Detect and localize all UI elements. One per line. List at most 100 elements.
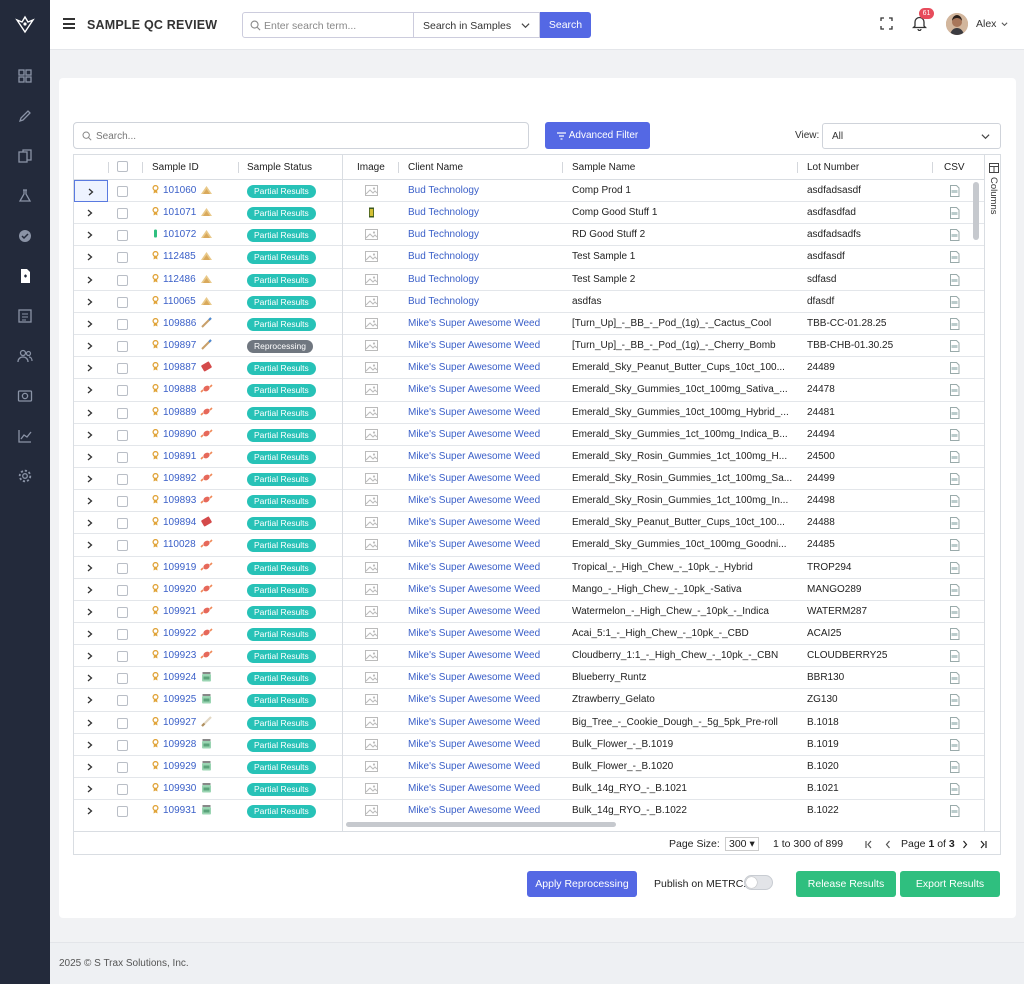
row-expand-toggle[interactable] — [74, 734, 108, 756]
client-name-link[interactable]: Mike's Super Awesome Weed — [408, 579, 568, 601]
row-expand-toggle[interactable] — [74, 224, 108, 246]
header-lot-number[interactable]: Lot Number — [807, 162, 859, 173]
sample-id-link[interactable]: 109919 — [163, 562, 196, 573]
sample-id-cell[interactable]: 101072 — [152, 224, 250, 246]
columns-panel-toggle[interactable]: Columns — [984, 155, 1000, 831]
client-name-link[interactable]: Mike's Super Awesome Weed — [408, 557, 568, 579]
client-name-link[interactable]: Bud Technology — [408, 269, 568, 291]
row-checkbox[interactable] — [117, 761, 128, 773]
table-row[interactable]: 109919 Partial Results Mike's Super Awesom… — [74, 557, 984, 579]
table-row[interactable]: 110028 Partial Results Mike's Super Awesom… — [74, 534, 984, 557]
row-expand-toggle[interactable] — [74, 446, 108, 468]
row-checkbox[interactable] — [117, 562, 128, 574]
image-placeholder-icon[interactable] — [365, 716, 378, 728]
image-placeholder-icon[interactable] — [365, 317, 378, 329]
table-row[interactable]: 109929 Partial Results Mike's Super Awesom… — [74, 756, 984, 779]
grid-search[interactable] — [73, 122, 529, 149]
image-placeholder-icon[interactable] — [365, 605, 378, 617]
row-checkbox[interactable] — [117, 695, 128, 707]
grid-search-input[interactable] — [96, 128, 516, 144]
sample-id-cell[interactable]: 112485 — [152, 246, 250, 268]
header-sample-name[interactable]: Sample Name — [572, 162, 635, 173]
row-expand-toggle[interactable] — [74, 490, 108, 512]
header-image[interactable]: Image — [357, 162, 385, 173]
sample-id-link[interactable]: 101060 — [163, 185, 196, 196]
sample-id-link[interactable]: 109892 — [163, 473, 196, 484]
table-row[interactable]: 109927 Partial Results Mike's Super Awesom… — [74, 712, 984, 734]
sidebar-item-users[interactable] — [15, 346, 35, 366]
row-expand-toggle[interactable] — [74, 645, 108, 667]
row-checkbox[interactable] — [117, 341, 128, 353]
sample-id-link[interactable]: 109925 — [163, 694, 196, 705]
row-checkbox[interactable] — [117, 318, 128, 330]
client-name-link[interactable]: Mike's Super Awesome Weed — [408, 424, 568, 446]
sample-id-link[interactable]: 109928 — [163, 739, 196, 750]
sample-id-link[interactable]: 110065 — [163, 296, 196, 307]
row-expand-toggle[interactable] — [74, 402, 108, 424]
csv-download-icon[interactable] — [949, 295, 960, 308]
row-expand-toggle[interactable] — [74, 202, 108, 224]
image-placeholder-icon[interactable] — [365, 185, 378, 196]
sample-id-cell[interactable]: 109892 — [152, 468, 250, 490]
client-name-link[interactable]: Bud Technology — [408, 291, 568, 313]
sample-id-cell[interactable]: 109929 — [152, 756, 250, 778]
csv-download-icon[interactable] — [949, 694, 960, 707]
table-row[interactable]: 109925 Partial Results Mike's Super Awesom… — [74, 689, 984, 712]
client-name-link[interactable]: Mike's Super Awesome Weed — [408, 402, 568, 424]
client-name-link[interactable]: Bud Technology — [408, 202, 568, 224]
sample-id-cell[interactable]: 109889 — [152, 402, 250, 424]
row-checkbox[interactable] — [117, 784, 128, 796]
row-checkbox[interactable] — [117, 385, 128, 397]
sample-id-link[interactable]: 109922 — [163, 628, 196, 639]
csv-download-icon[interactable] — [949, 561, 960, 574]
sample-id-link[interactable]: 109931 — [163, 805, 196, 816]
sample-id-link[interactable]: 109891 — [163, 451, 196, 462]
csv-download-icon[interactable] — [949, 628, 960, 640]
image-placeholder-icon[interactable] — [365, 428, 378, 440]
fullscreen-icon[interactable] — [880, 17, 893, 30]
client-name-link[interactable]: Bud Technology — [408, 224, 568, 246]
row-expand-toggle[interactable] — [74, 689, 108, 711]
client-name-link[interactable]: Mike's Super Awesome Weed — [408, 512, 568, 534]
client-name-link[interactable]: Mike's Super Awesome Weed — [408, 446, 568, 468]
table-row[interactable]: 109887 Partial Results Mike's Super Awesom… — [74, 357, 984, 380]
client-name-link[interactable]: Mike's Super Awesome Weed — [408, 357, 568, 379]
csv-download-icon[interactable] — [949, 539, 960, 552]
product-image-thumbnail[interactable] — [365, 207, 378, 218]
image-placeholder-icon[interactable] — [365, 738, 378, 750]
sample-id-cell[interactable]: 109894 — [152, 512, 250, 534]
sidebar-item-list[interactable] — [15, 306, 35, 326]
user-name[interactable]: Alex — [976, 18, 996, 30]
row-checkbox[interactable] — [117, 230, 128, 242]
header-sample-status[interactable]: Sample Status — [247, 162, 312, 173]
sample-id-link[interactable]: 110028 — [163, 539, 196, 550]
csv-download-icon[interactable] — [949, 650, 960, 663]
client-name-link[interactable]: Mike's Super Awesome Weed — [408, 490, 568, 512]
sample-id-cell[interactable]: 112486 — [152, 269, 250, 291]
csv-download-icon[interactable] — [949, 340, 960, 353]
row-checkbox[interactable] — [117, 540, 128, 552]
search-button[interactable]: Search — [540, 12, 591, 38]
row-expand-toggle[interactable] — [74, 512, 108, 534]
image-placeholder-icon[interactable] — [365, 450, 378, 462]
image-placeholder-icon[interactable] — [365, 672, 378, 684]
table-row[interactable]: 109928 Partial Results Mike's Super Awesom… — [74, 734, 984, 756]
table-row[interactable]: 101060 Partial Results Bud Technology Comp … — [74, 180, 984, 203]
csv-download-icon[interactable] — [949, 207, 960, 220]
sample-id-cell[interactable]: 101071 — [152, 202, 250, 224]
client-name-link[interactable]: Mike's Super Awesome Weed — [408, 335, 568, 357]
global-search[interactable] — [242, 12, 414, 38]
table-row[interactable]: 109894 Partial Results Mike's Super Awesom… — [74, 512, 984, 535]
row-expand-toggle[interactable] — [74, 246, 108, 268]
image-placeholder-icon[interactable] — [365, 628, 378, 639]
csv-download-icon[interactable] — [949, 185, 960, 197]
image-placeholder-icon[interactable] — [365, 251, 378, 263]
image-placeholder-icon[interactable] — [365, 583, 378, 595]
table-row[interactable]: 109888 Partial Results Mike's Super Awesom… — [74, 379, 984, 402]
image-placeholder-icon[interactable] — [365, 650, 378, 662]
row-checkbox[interactable] — [117, 518, 128, 530]
table-row[interactable]: 109886 Partial Results Mike's Super Awesom… — [74, 313, 984, 336]
client-name-link[interactable]: Mike's Super Awesome Weed — [408, 623, 568, 645]
view-select[interactable]: All — [822, 123, 1001, 149]
table-row[interactable]: 109890 Partial Results Mike's Super Awesom… — [74, 424, 984, 446]
